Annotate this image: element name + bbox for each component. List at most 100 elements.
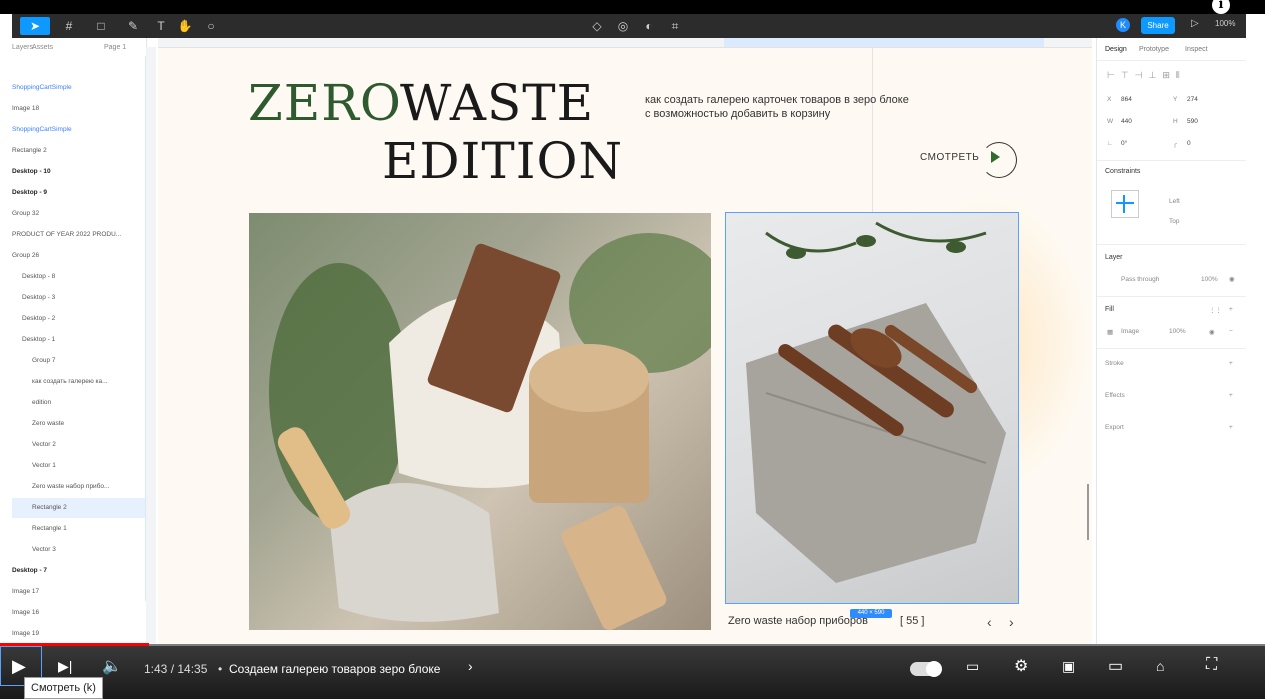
remove-fill-icon[interactable]: −: [1229, 328, 1233, 335]
chapter-title[interactable]: Создаем галерею товаров зеро блоке: [229, 662, 440, 676]
contrast-icon[interactable]: ◐: [636, 17, 662, 35]
fill-styles-icon[interactable]: ⋮⋮: [1209, 306, 1222, 314]
share-button[interactable]: Share: [1141, 17, 1175, 34]
layer-item[interactable]: PRODUCT OF YEAR 2022 PRODU...: [12, 225, 146, 245]
h-input[interactable]: 590: [1187, 118, 1198, 125]
x-input[interactable]: 864: [1121, 96, 1132, 103]
product-price[interactable]: [ 55 ]: [900, 615, 924, 627]
crop-icon[interactable]: ⌗: [662, 17, 688, 35]
title-waste[interactable]: WASTE: [400, 74, 594, 132]
product-photo-right[interactable]: [725, 212, 1019, 604]
progress-bar[interactable]: [0, 643, 1265, 646]
next-video-icon[interactable]: ▶|: [58, 658, 72, 675]
comment-tool-icon[interactable]: ○: [198, 17, 224, 35]
component-icon[interactable]: ◇: [584, 17, 610, 35]
layer-item[interactable]: Desktop - 8: [12, 267, 146, 287]
autoplay-toggle[interactable]: [910, 661, 942, 677]
layer-item[interactable]: Rectangle 2: [12, 141, 146, 161]
add-effect-icon[interactable]: +: [1229, 392, 1233, 399]
layer-item[interactable]: Vector 3: [12, 540, 146, 560]
layer-item[interactable]: Desktop - 9: [12, 183, 146, 203]
layer-opacity-input[interactable]: 100%: [1201, 276, 1218, 283]
move-tool-icon[interactable]: ➤: [20, 17, 50, 35]
blend-mode-select[interactable]: Pass through: [1121, 276, 1159, 283]
fill-visibility-icon[interactable]: ◉: [1209, 328, 1215, 336]
rotation-input[interactable]: 0°: [1121, 140, 1127, 147]
layer-item[interactable]: как создать галерею ка...: [12, 372, 146, 392]
present-icon[interactable]: ▷: [1191, 18, 1199, 29]
shape-tool-icon[interactable]: □: [88, 17, 114, 35]
eye-icon[interactable]: ◉: [1229, 275, 1235, 283]
watch-label[interactable]: СМОТРЕТЬ: [920, 152, 979, 163]
layer-item[interactable]: Desktop - 10: [12, 162, 146, 182]
add-fill-icon[interactable]: +: [1229, 306, 1233, 313]
y-label: Y: [1173, 96, 1178, 103]
fill-opacity-input[interactable]: 100%: [1169, 328, 1186, 335]
layer-item[interactable]: Image 18: [12, 99, 146, 119]
layer-item[interactable]: ShoppingCartSimple: [12, 120, 146, 140]
layer-item[interactable]: Image 17: [12, 582, 146, 602]
product-name[interactable]: Zero waste набор приборов: [728, 615, 868, 627]
layer-item[interactable]: Vector 2: [12, 435, 146, 455]
layer-item[interactable]: Desktop - 7: [12, 561, 146, 581]
page-selector[interactable]: Page 1: [104, 44, 126, 51]
corner-radius-input[interactable]: 0: [1187, 140, 1191, 147]
layer-item[interactable]: Group 32: [12, 204, 146, 224]
arrow-prev-icon[interactable]: ‹: [987, 614, 992, 630]
layer-item[interactable]: Rectangle 1: [12, 519, 146, 539]
product-photo-left[interactable]: [249, 213, 711, 630]
layer-item[interactable]: Group 26: [12, 246, 146, 266]
hand-tool-icon[interactable]: ✋: [172, 17, 198, 35]
layer-item[interactable]: Desktop - 1: [12, 330, 146, 350]
layer-item[interactable]: Zero waste набор прибо...: [12, 477, 146, 497]
chapter-chevron-icon[interactable]: ›: [468, 658, 473, 674]
mask-icon[interactable]: ◎: [610, 17, 636, 35]
text-tool-icon[interactable]: T: [148, 17, 174, 35]
avatar[interactable]: K: [1116, 18, 1130, 32]
layer-item[interactable]: Desktop - 3: [12, 288, 146, 308]
alignment-icons[interactable]: ⊢⊤⊣⊥⊞⫴: [1107, 70, 1186, 81]
cast-icon[interactable]: ⌂: [1156, 658, 1164, 674]
layer-item[interactable]: edition: [12, 393, 146, 413]
layer-item[interactable]: Desktop - 2: [12, 309, 146, 329]
layer-item[interactable]: Group 7: [12, 351, 146, 371]
fill-type-label[interactable]: Image: [1121, 328, 1139, 335]
y-input[interactable]: 274: [1187, 96, 1198, 103]
layer-item[interactable]: Image 16: [12, 603, 146, 623]
tab-prototype[interactable]: Prototype: [1139, 46, 1169, 53]
pen-tool-icon[interactable]: ✎: [120, 17, 146, 35]
layer-item[interactable]: Vector 1: [12, 456, 146, 476]
theater-mode-icon[interactable]: ▭: [1108, 656, 1123, 676]
tab-inspect[interactable]: Inspect: [1185, 46, 1208, 53]
constraints-widget[interactable]: [1111, 190, 1139, 218]
layer-item[interactable]: Zero waste: [12, 414, 146, 434]
image-fill-icon[interactable]: ▦: [1107, 328, 1113, 336]
add-export-icon[interactable]: +: [1229, 424, 1233, 431]
constraint-vertical-select[interactable]: Top: [1169, 218, 1179, 225]
title-edition[interactable]: EDITION: [382, 132, 623, 190]
layer-item[interactable]: ShoppingCartSimple: [12, 78, 146, 98]
zoom-level[interactable]: 100%: [1215, 19, 1235, 28]
description-line-1[interactable]: как создать галерею карточек товаров в з…: [645, 94, 909, 106]
miniplayer-icon[interactable]: ▣: [1062, 658, 1075, 675]
layer-item[interactable]: Rectangle 2: [12, 498, 146, 518]
add-stroke-icon[interactable]: +: [1229, 360, 1233, 367]
tab-assets[interactable]: Assets: [32, 44, 53, 51]
volume-icon[interactable]: 🔈: [102, 656, 122, 676]
layer-item[interactable]: Image 19: [12, 624, 146, 644]
frame-tool-icon[interactable]: #: [56, 17, 82, 35]
arrow-next-icon[interactable]: ›: [1009, 614, 1014, 630]
w-input[interactable]: 440: [1121, 118, 1132, 125]
canvas-scrollbar[interactable]: [1087, 484, 1089, 540]
subtitles-icon[interactable]: ▭: [966, 658, 979, 675]
layer-item-label: Group 32: [12, 210, 40, 217]
export-title: Export: [1105, 424, 1124, 431]
settings-gear-icon[interactable]: ⚙: [1014, 656, 1028, 676]
fullscreen-icon[interactable]: ⛶: [1206, 656, 1217, 674]
tab-design[interactable]: Design: [1105, 46, 1127, 53]
constraint-horizontal-select[interactable]: Left: [1169, 198, 1180, 205]
description-line-2[interactable]: с возможностью добавить в корзину: [645, 108, 830, 120]
title-zero[interactable]: ZERO: [248, 74, 402, 132]
play-icon[interactable]: ▶: [12, 656, 26, 677]
tab-layers[interactable]: Layers: [12, 44, 33, 51]
